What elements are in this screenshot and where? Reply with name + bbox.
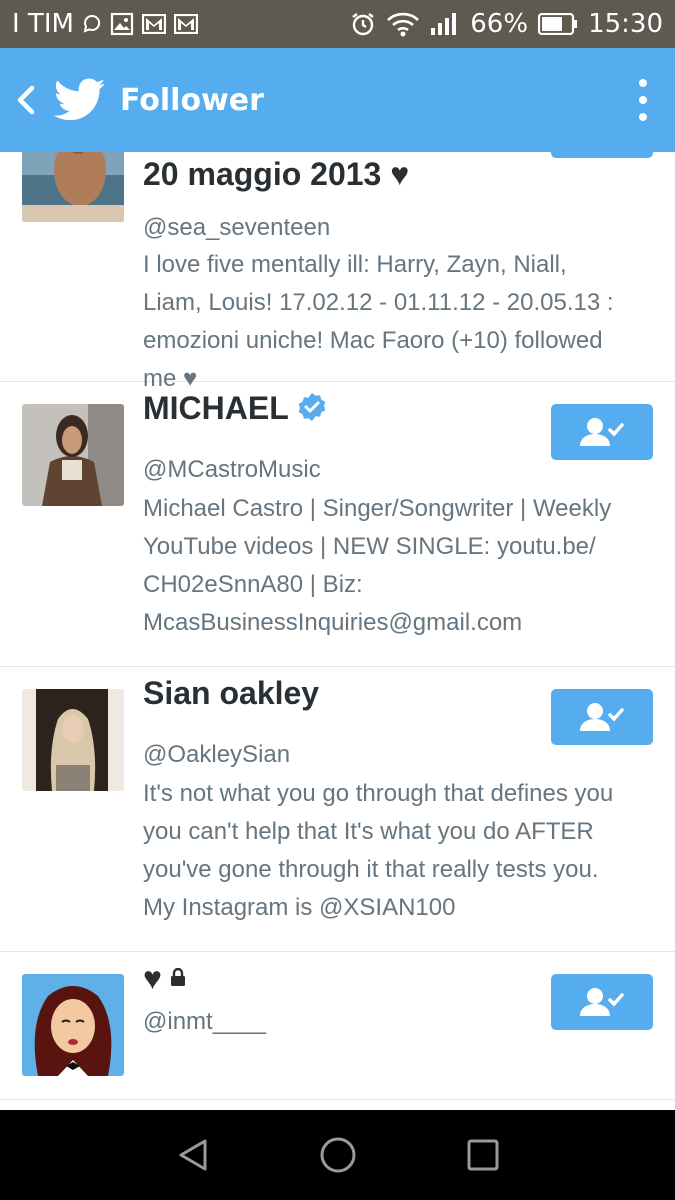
- user-check-icon: [580, 988, 624, 1016]
- follower-row[interactable]: Sian oakley @OakleySian It's not what yo…: [0, 667, 675, 952]
- follower-handle: @MCastroMusic: [143, 456, 321, 483]
- follower-bio: It's not what you go through that define…: [143, 775, 658, 927]
- follower-handle: @OakleySian: [143, 741, 291, 768]
- nav-back-icon[interactable]: [163, 1125, 223, 1185]
- signal-icon: [430, 12, 460, 36]
- bio-line: Liam, Louis! 17.02.12 - 01.11.12 - 20.05…: [143, 289, 614, 316]
- avatar[interactable]: [22, 689, 124, 791]
- clock: 15:30: [588, 9, 663, 39]
- bio-line: McasBusinessInquiries@gmail.com: [143, 609, 523, 636]
- user-check-icon: [580, 703, 624, 731]
- carrier-label: I TIM: [12, 9, 74, 39]
- app-bar: Follower: [0, 48, 675, 152]
- follower-handle: @sea_seventeen: [143, 214, 331, 241]
- bio-line: Michael Castro | Singer/Songwriter | Wee…: [143, 495, 612, 522]
- follower-name: MICHAEL: [143, 390, 289, 426]
- follower-row[interactable]: ♥ @inmt____: [0, 952, 675, 1100]
- verified-badge-icon: [297, 392, 327, 426]
- lock-icon: [170, 967, 186, 990]
- twitter-bird-icon: [53, 78, 106, 122]
- bio-line: It's not what you go through that define…: [143, 780, 614, 807]
- avatar[interactable]: [22, 152, 124, 222]
- follower-name: 20 maggio 2013 ♥: [143, 156, 410, 192]
- follower-name: ♥: [143, 960, 162, 996]
- alarm-icon: [350, 11, 376, 37]
- follower-bio: Michael Castro | Singer/Songwriter | Wee…: [143, 490, 658, 642]
- gmail-icon-2: [173, 14, 198, 34]
- avatar[interactable]: [22, 404, 124, 506]
- avatar[interactable]: [22, 974, 124, 1076]
- bio-line: I love five mentally ill: Harry, Zayn, N…: [143, 251, 567, 278]
- user-check-icon: [580, 418, 624, 446]
- follower-name: Sian oakley: [143, 675, 320, 711]
- gmail-icon: [141, 14, 166, 34]
- follower-handle: @inmt____: [143, 1008, 267, 1035]
- overflow-menu-icon[interactable]: [619, 48, 667, 152]
- following-button[interactable]: [551, 974, 653, 1030]
- battery-percent: 66%: [470, 9, 529, 39]
- follower-row[interactable]: MICHAEL @MCastroMusic Michael Castro | S…: [0, 382, 675, 667]
- following-button[interactable]: [551, 152, 653, 158]
- follower-row[interactable]: 20 maggio 2013 ♥ @sea_seventeen I love f…: [0, 152, 675, 392]
- bio-line: you've gone through it that really tests…: [143, 856, 599, 883]
- bio-line: you can't help that It's what you do AFT…: [143, 818, 594, 845]
- following-button[interactable]: [551, 689, 653, 745]
- battery-icon: [538, 13, 578, 35]
- following-button[interactable]: [551, 404, 653, 460]
- bio-line: emozioni uniche! Mac Faoro (+10) followe…: [143, 327, 603, 354]
- back-chevron-icon[interactable]: [4, 48, 48, 152]
- system-nav-bar: [0, 1110, 675, 1200]
- bio-line: CH02eSnnA80 | Biz:: [143, 571, 363, 598]
- bio-line: My Instagram is @XSIAN100: [143, 894, 456, 921]
- wifi-icon: [386, 11, 420, 37]
- follower-bio: I love five mentally ill: Harry, Zayn, N…: [143, 246, 658, 398]
- bio-line: YouTube videos | NEW SINGLE: youtu.be/: [143, 533, 596, 560]
- follower-list[interactable]: 20 maggio 2013 ♥ @sea_seventeen I love f…: [0, 152, 675, 1110]
- nav-home-icon[interactable]: [308, 1125, 368, 1185]
- status-bar: I TIM 66% 15:30: [0, 0, 675, 48]
- chat-bubble-icon: [82, 14, 102, 34]
- nav-recents-icon[interactable]: [453, 1125, 513, 1185]
- page-title: Follower: [120, 82, 264, 118]
- gallery-icon: [110, 12, 134, 36]
